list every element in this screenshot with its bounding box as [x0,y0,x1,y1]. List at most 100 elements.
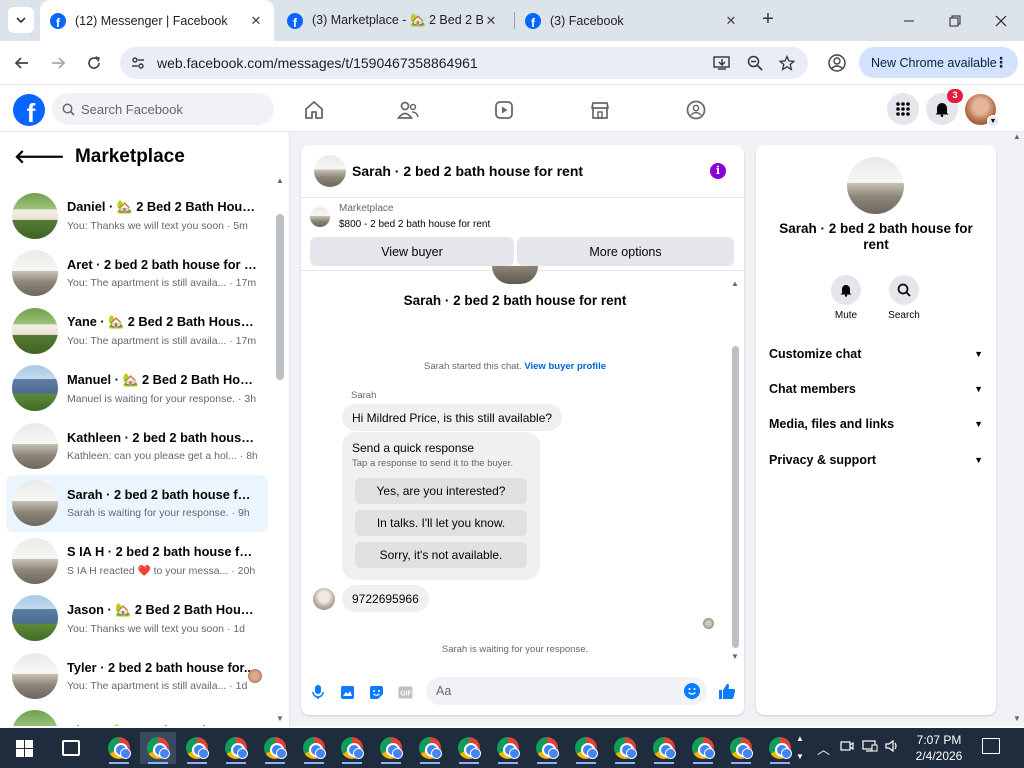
bookmark-star-icon[interactable] [777,53,797,73]
taskbar-chrome-window[interactable] [762,732,798,764]
zoom-icon[interactable] [745,53,765,73]
bell-icon[interactable] [831,275,861,305]
taskbar-chrome-window[interactable] [490,732,526,764]
close-icon[interactable]: ✕ [248,13,264,29]
reload-button[interactable] [82,51,106,75]
taskbar-chrome-window[interactable] [179,732,215,764]
image-icon[interactable] [338,683,356,701]
conversation-item[interactable]: Daniel · 🏡 2 Bed 2 Bath House ... You: Th… [6,187,268,245]
facebook-search-input[interactable]: Search Facebook [52,93,274,125]
chevron-up-icon[interactable]: ︿ [817,739,830,758]
taskbar-chrome-window[interactable] [685,732,721,764]
url-text[interactable]: web.facebook.com/messages/t/159046735886… [157,55,478,71]
address-bar[interactable]: web.facebook.com/messages/t/159046735886… [120,47,808,79]
chat-scrollbar[interactable] [732,346,739,648]
more-vertical-icon[interactable]: ⋮ [994,54,1008,71]
meet-now-icon[interactable] [840,739,854,756]
minimize-button[interactable] [886,0,932,41]
view-buyer-button[interactable]: View buyer [310,237,514,266]
back-button[interactable] [10,51,34,75]
taskbar-chrome-window[interactable] [139,732,176,764]
site-info-icon[interactable] [128,53,148,73]
facebook-logo-icon[interactable]: f [13,94,45,126]
account-avatar[interactable]: ▼ [965,94,999,127]
taskbar-chrome-window[interactable] [451,732,487,764]
taskbar-chrome-window[interactable] [607,732,643,764]
taskbar-scroll-arrows[interactable]: ▲ ▼ [796,730,804,766]
taskbar-chrome-window[interactable] [529,732,565,764]
taskbar-chrome-window[interactable] [257,732,293,764]
message-input[interactable] [426,677,707,705]
taskbar-chrome-window[interactable] [568,732,604,764]
info-icon[interactable]: i [710,163,726,179]
new-tab-button[interactable]: + [756,8,780,32]
conversation-item[interactable]: Diana · 🏡 2 Bed 2 Bath House f... [6,705,268,726]
conversation-item[interactable]: Jason · 🏡 2 Bed 2 Bath House f... You: Th… [6,590,268,648]
scroll-up-arrow[interactable]: ▲ [731,279,739,288]
marketplace-nav-icon[interactable] [588,99,612,121]
system-clock[interactable]: 7:07 PM 2/4/2026 [904,732,974,764]
taskbar-chrome-window[interactable] [101,732,137,764]
quick-response-not-available[interactable]: Sorry, it's not available. [355,542,527,568]
tab-facebook[interactable]: f (3) Facebook ✕ [515,0,749,41]
search-icon[interactable] [889,275,919,305]
privacy-support-section[interactable]: Privacy & support ▼ [769,453,983,467]
quick-response-yes[interactable]: Yes, are you interested? [355,478,527,504]
menu-button[interactable] [887,93,919,125]
groups-nav-icon[interactable] [684,99,708,121]
thumbs-up-icon[interactable] [717,681,737,701]
restore-button[interactable] [932,0,978,41]
scroll-up-arrow[interactable]: ▲ [1013,132,1021,141]
close-window-button[interactable] [978,0,1024,41]
close-icon[interactable]: ✕ [483,13,499,29]
customize-chat-section[interactable]: Customize chat ▼ [769,347,983,361]
mute-action[interactable]: Mute [816,275,876,321]
emoji-icon[interactable] [684,683,700,699]
more-options-button[interactable]: More options [517,237,734,266]
quick-response-in-talks[interactable]: In talks. I'll let you know. [355,510,527,536]
gif-icon[interactable]: GIF [396,683,414,701]
conversation-item[interactable]: Sarah · 2 bed 2 bath house for r... Sarah… [6,474,268,532]
chat-title[interactable]: Sarah · 2 bed 2 bath house for rent [352,163,583,179]
conversation-item[interactable]: Tyler · 2 bed 2 bath house for... You: Th… [6,647,268,705]
chat-members-section[interactable]: Chat members ▼ [769,382,983,396]
install-app-icon[interactable] [712,53,732,73]
taskbar-chrome-window[interactable] [373,732,409,764]
task-view-icon[interactable] [62,740,80,756]
profile-button[interactable] [825,51,849,75]
search-action[interactable]: Search [874,275,934,321]
new-chrome-available-button[interactable]: New Chrome available ⋮ [859,47,1018,78]
taskbar-chrome-window[interactable] [723,732,759,764]
network-icon[interactable] [862,739,878,756]
taskbar-chrome-window[interactable] [218,732,254,764]
microphone-icon[interactable] [309,683,327,701]
notification-center-icon[interactable] [982,738,1000,754]
conversation-item[interactable]: Aret · 2 bed 2 bath house for rent You: T… [6,245,268,303]
tab-marketplace[interactable]: f (3) Marketplace - 🏡 2 Bed 2 Ba ✕ [277,0,509,41]
windows-start-icon[interactable] [16,740,33,757]
close-icon[interactable]: ✕ [723,13,739,29]
tab-messenger[interactable]: f (12) Messenger | Facebook ✕ [40,0,274,41]
taskbar-chrome-window[interactable] [412,732,448,764]
scroll-down-arrow[interactable]: ▼ [1013,714,1021,723]
volume-icon[interactable] [884,739,900,756]
video-nav-icon[interactable] [492,99,516,121]
scroll-down-arrow[interactable]: ▼ [731,652,739,661]
conversation-item[interactable]: S IA H · 2 bed 2 bath house for ... S IA … [6,532,268,590]
arrow-left-icon[interactable]: 🡐 [14,145,65,169]
sticker-icon[interactable] [367,683,385,701]
tab-search-button[interactable] [8,7,34,33]
forward-button[interactable] [46,51,70,75]
taskbar-chrome-window[interactable] [296,732,332,764]
sidebar-scrollbar[interactable] [276,214,284,380]
scroll-down-arrow[interactable]: ▼ [276,714,284,723]
conversation-item[interactable]: Manuel · 🏡 2 Bed 2 Bath Hous... Manuel is… [6,360,268,418]
view-buyer-profile-link[interactable]: View buyer profile [524,361,606,372]
scroll-up-arrow[interactable]: ▲ [276,176,284,185]
home-nav-icon[interactable] [302,99,326,121]
taskbar-chrome-window[interactable] [334,732,370,764]
chat-avatar[interactable] [314,155,346,187]
friends-nav-icon[interactable] [396,99,420,121]
taskbar-chrome-window[interactable] [646,732,682,764]
conversation-item[interactable]: Yane · 🏡 2 Bed 2 Bath House f... You: The… [6,302,268,360]
